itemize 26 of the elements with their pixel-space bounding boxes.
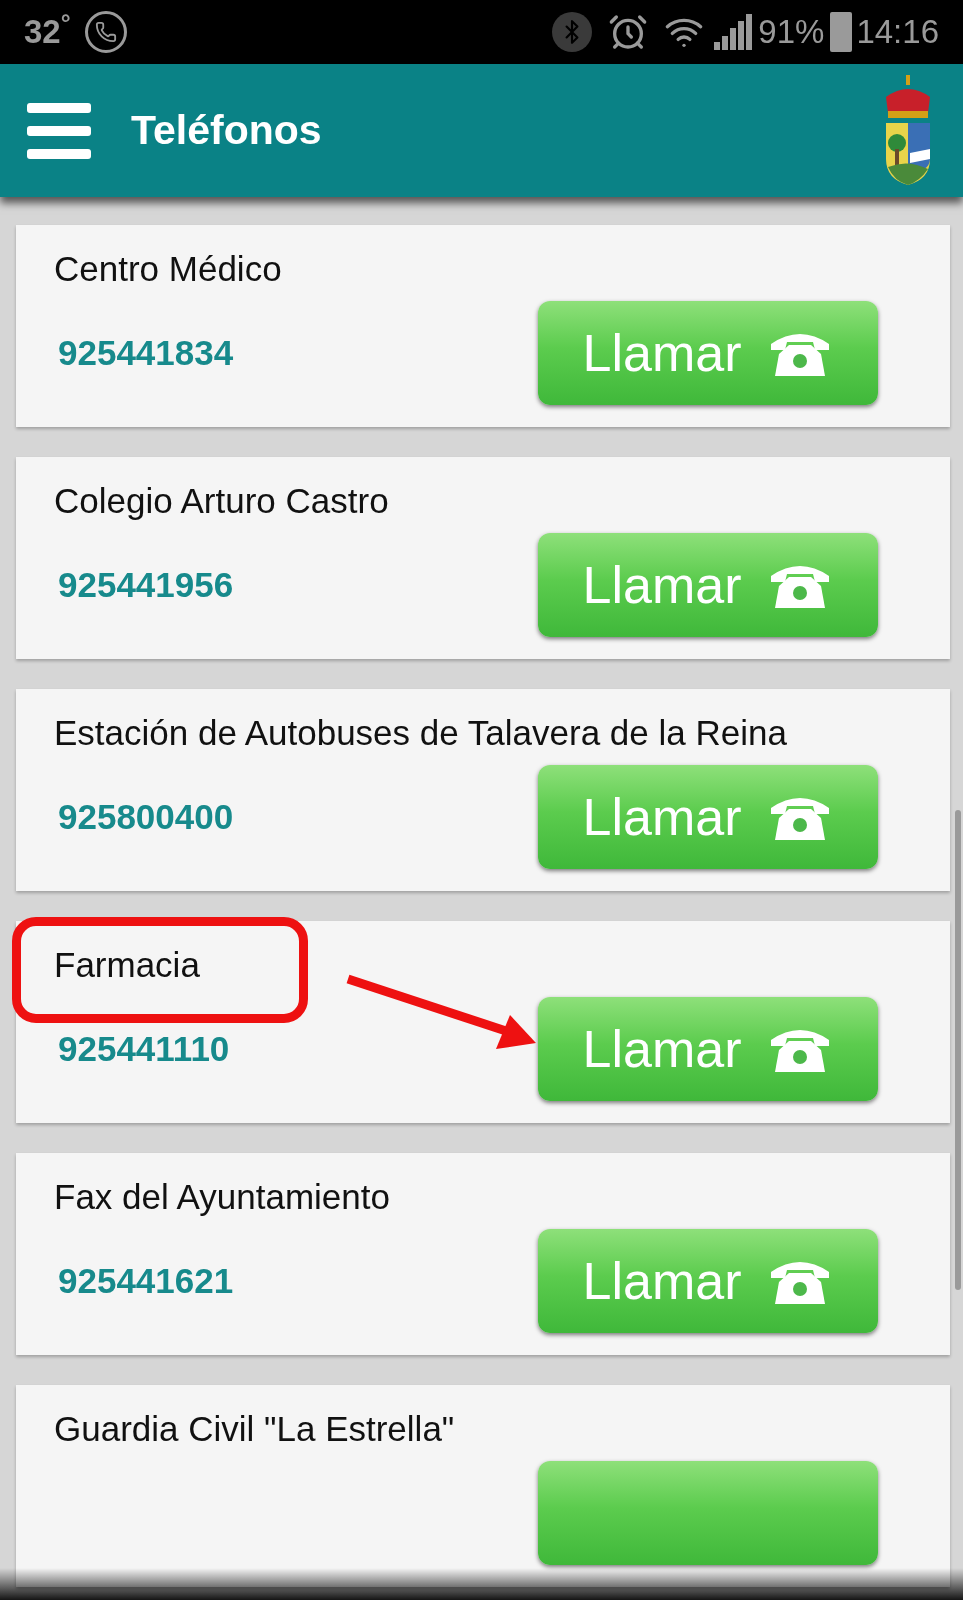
phone-number: 925800400	[57, 795, 234, 838]
contact-name: Farmacia	[54, 944, 200, 986]
menu-icon[interactable]	[27, 102, 91, 159]
call-button[interactable]: Llamar	[538, 997, 878, 1101]
contact-name: Colegio Arturo Castro	[54, 480, 389, 522]
contact-name: Guardia Civil "La Estrella"	[54, 1408, 455, 1450]
phone-icon	[84, 11, 127, 53]
phone-number: 925441834	[57, 331, 234, 374]
call-button[interactable]: Llamar	[538, 1229, 878, 1333]
bluetooth-icon	[552, 12, 593, 52]
call-button[interactable]: Llamar	[538, 301, 878, 405]
call-button[interactable]: Llamar	[538, 765, 878, 869]
phone-number: 925441110	[57, 1027, 230, 1070]
phone-number: 925441621	[57, 1259, 234, 1302]
app-title: Teléfonos	[131, 105, 322, 155]
signal-icon	[714, 14, 753, 50]
battery-percentage: 91%	[758, 12, 825, 53]
battery-icon	[830, 12, 853, 52]
clock: 14:16	[856, 12, 939, 53]
contact-name: Centro Médico	[54, 248, 282, 290]
phone-number: 925441956	[57, 563, 234, 606]
contact-name: Fax del Ayuntamiento	[54, 1176, 390, 1218]
contact-name: Estación de Autobuses de Talavera de la Reina	[54, 712, 787, 754]
call-button[interactable]: Llamar	[538, 533, 878, 637]
temperature: 32$^{°}$	[24, 7, 71, 53]
alarm-icon	[608, 12, 649, 52]
